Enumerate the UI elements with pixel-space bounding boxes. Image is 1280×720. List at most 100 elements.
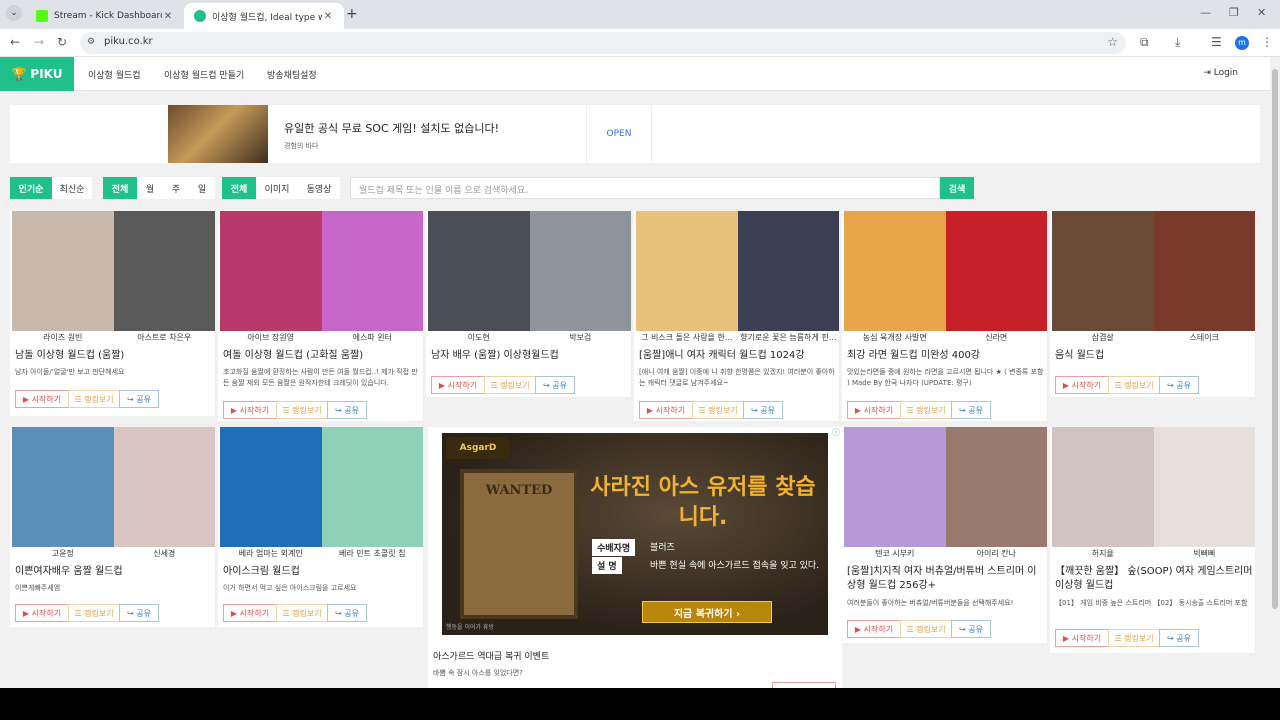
ranking-button[interactable]: ☰ 랭킹보기 — [68, 390, 120, 408]
share-button[interactable]: ↪ 공유 — [743, 401, 783, 419]
card-title[interactable]: 음식 월드컵 — [1055, 349, 1253, 363]
card-title[interactable]: 여돌 이상형 월드컵 (고화질 움짤) — [223, 349, 421, 363]
site-info-icon[interactable]: ⚙ — [87, 37, 95, 47]
card-image-right[interactable] — [321, 211, 423, 331]
url-bar[interactable]: ⚙ piku.co.kr ☆ — [80, 32, 1126, 54]
back-icon[interactable]: ← — [10, 35, 20, 49]
media-video[interactable]: 동영상 — [298, 177, 340, 199]
card-thumbnails[interactable] — [844, 211, 1047, 331]
period-week[interactable]: 주 — [163, 177, 189, 199]
worldcup-card[interactable]: 허지율 빅뻐뻐 【깨끗한 움짤】 숲(SOOP) 여자 게임스트리머 이상형 월드… — [1050, 427, 1255, 653]
profile-avatar[interactable]: m — [1235, 36, 1249, 50]
worldcup-card[interactable]: 아이브 장원영 에스파 윈터 여돌 이상형 월드컵 (고화질 움짤) 초고화질 움… — [218, 211, 423, 421]
menu-dots-icon[interactable]: ⋮ — [1261, 35, 1273, 49]
ranking-button[interactable]: ☰ 랭킹보기 — [276, 401, 328, 419]
start-button[interactable]: ▶ 시작하기 — [847, 401, 901, 419]
card-title[interactable]: 이쁜여자배우 움짤 월드컵 — [15, 565, 213, 579]
ad-info-icon[interactable]: ⓘ — [832, 427, 840, 438]
worldcup-card[interactable]: 베라 엄마는 외계인 베라 민트 초콜릿 칩 아이스크림 월드컵 이거 하면서 먹… — [218, 427, 423, 627]
url-text[interactable]: piku.co.kr — [104, 36, 153, 47]
sort-latest[interactable]: 최신순 — [52, 177, 92, 199]
card-thumbnails[interactable] — [636, 211, 839, 331]
card-image-left[interactable] — [1052, 211, 1154, 331]
card-image-right[interactable] — [113, 211, 215, 331]
share-button[interactable]: ↪ 공유 — [119, 604, 159, 622]
media-all[interactable]: 전체 — [222, 177, 256, 199]
ad-title[interactable]: 아스가르드 역대급 복귀 이벤트 — [433, 649, 549, 662]
brand-logo[interactable]: 🏆 PIKU — [0, 57, 74, 91]
period-day[interactable]: 일 — [189, 177, 215, 199]
card-title[interactable]: [움짤]애니 여자 캐릭터 월드컵 1024강 — [639, 349, 837, 363]
card-thumbnails[interactable] — [12, 427, 215, 547]
banner-ad[interactable]: 유일한 공식 무료 SOC 게임! 설치도 없습니다! 경험의 바다 OPEN — [10, 105, 1260, 163]
close-icon[interactable]: ✕ — [162, 11, 174, 22]
ranking-button[interactable]: ☰ 랭킹보기 — [484, 376, 536, 394]
worldcup-card[interactable]: 농심 육개장 사발면 신라면 최강 라면 월드컵 미완성 400강 맛있는라면들 … — [842, 211, 1047, 421]
page-scrollbar[interactable] — [1270, 57, 1280, 688]
card-title[interactable]: 남자 배우 (움짤) 이상형월드컵 — [431, 349, 629, 363]
ranking-button[interactable]: ☰ 랭킹보기 — [276, 604, 328, 622]
start-button[interactable]: ▶ 시작하기 — [223, 604, 277, 622]
ad-open-button[interactable]: OPEN — [586, 105, 652, 163]
card-image-right[interactable] — [529, 211, 631, 331]
card-image-left[interactable] — [220, 211, 322, 331]
ad-artwork[interactable]: AsgarD WANTED 사라진 아스 유저를 찾습니다. 수배자명 설 명 … — [442, 433, 828, 635]
ad-cta-button[interactable]: 지금 복귀하기 › — [642, 601, 772, 623]
new-tab-icon[interactable]: + — [346, 6, 358, 22]
card-image-left[interactable] — [1052, 427, 1154, 547]
card-title[interactable]: 최강 라면 월드컵 미완성 400강 — [847, 349, 1045, 363]
nav-link-worldcup[interactable]: 이상형 월드컵 — [88, 68, 141, 81]
card-thumbnails[interactable] — [1052, 427, 1255, 547]
ad-title[interactable]: 유일한 공식 무료 SOC 게임! 설치도 없습니다! — [284, 120, 499, 136]
search-button[interactable]: 검색 — [940, 177, 974, 199]
card-image-left[interactable] — [12, 427, 114, 547]
worldcup-card[interactable]: 그 비스크 돌은 사랑을 한... 향기로운 꽃은 늠름하게 핀... [움짤]애… — [634, 211, 839, 421]
card-image-left[interactable] — [428, 211, 530, 331]
start-button[interactable]: ▶ 시작하기 — [1055, 629, 1109, 647]
start-button[interactable]: ▶ 시작하기 — [15, 390, 69, 408]
card-title[interactable]: 아이스크림 월드컵 — [223, 565, 421, 579]
download-icon[interactable]: ⤓ — [1175, 35, 1180, 50]
card-image-right[interactable] — [737, 211, 839, 331]
period-all[interactable]: 전체 — [103, 177, 137, 199]
start-button[interactable]: ▶ 시작하기 — [1055, 376, 1109, 394]
worldcup-card[interactable]: 고윤정 신세경 이쁜여자배우 움짤 월드컵 이쁜게빠주세엠 ▶ 시작하기 ☰ 랭킹보… — [10, 427, 215, 627]
login-link[interactable]: ⇥ Login — [1203, 68, 1238, 78]
start-button[interactable]: ▶ 시작하기 — [15, 604, 69, 622]
worldcup-card[interactable]: 텐코 시부키 아이리 칸나 [움짤]치지직 여자 버츄얼/버튜버 스트리머 이상형… — [842, 427, 1047, 643]
card-thumbnails[interactable] — [428, 211, 631, 331]
forward-icon[interactable]: → — [34, 35, 44, 49]
ranking-button[interactable]: ☰ 랭킹보기 — [1108, 376, 1160, 394]
card-image-right[interactable] — [1153, 427, 1255, 547]
reload-icon[interactable]: ↻ — [57, 35, 67, 49]
share-button[interactable]: ↪ 공유 — [535, 376, 575, 394]
nav-link-chat-settings[interactable]: 방송채팅설정 — [267, 68, 317, 81]
worldcup-card[interactable]: 이도현 박보검 남자 배우 (움짤) 이상형월드컵 ▶ 시작하기 ☰ 랭킹보기 ↪ 공… — [426, 211, 631, 397]
card-image-right[interactable] — [945, 427, 1047, 547]
sort-popular[interactable]: 인기순 — [10, 177, 52, 199]
worldcup-card[interactable]: 라이즈 원빈 아스트로 차은우 남돌 이상형 월드컵 (움짤) 남자 아이돌/'얼… — [10, 211, 215, 416]
share-button[interactable]: ↪ 공유 — [119, 390, 159, 408]
share-button[interactable]: ↪ 공유 — [327, 604, 367, 622]
nav-link-create[interactable]: 이상형 월드컵 만들기 — [164, 68, 244, 81]
tab-piku[interactable]: 이상형 월드컵, Ideal type worl ✕ — [184, 3, 344, 29]
card-title[interactable]: [움짤]치지직 여자 버츄얼/버튜버 스트리머 이상형 월드컵 256강+ — [847, 565, 1045, 593]
media-image[interactable]: 이미지 — [256, 177, 298, 199]
ranking-button[interactable]: ☰ 랭킹보기 — [692, 401, 744, 419]
window-close-icon[interactable]: ✕ — [1257, 6, 1266, 19]
start-button[interactable]: ▶ 시작하기 — [847, 620, 901, 638]
share-button[interactable]: ↪ 공유 — [1159, 629, 1199, 647]
extensions-icon[interactable]: ⧉ — [1140, 35, 1149, 50]
card-thumbnails[interactable] — [1052, 211, 1255, 331]
tab-kick-dashboard[interactable]: Stream - Kick Dashboard ✕ — [26, 3, 184, 29]
card-image-right[interactable] — [1153, 211, 1255, 331]
scrollbar-thumb[interactable] — [1272, 69, 1278, 609]
share-button[interactable]: ↪ 공유 — [1159, 376, 1199, 394]
card-image-right[interactable] — [945, 211, 1047, 331]
ranking-button[interactable]: ☰ 랭킹보기 — [900, 620, 952, 638]
search-input[interactable]: 월드컵 제목 또는 인물 이름 으로 검색하세요. — [350, 177, 940, 199]
card-image-right[interactable] — [321, 427, 423, 547]
card-thumbnails[interactable] — [844, 427, 1047, 547]
card-image-left[interactable] — [844, 427, 946, 547]
tab-search-icon[interactable]: ⌄ — [6, 5, 22, 21]
